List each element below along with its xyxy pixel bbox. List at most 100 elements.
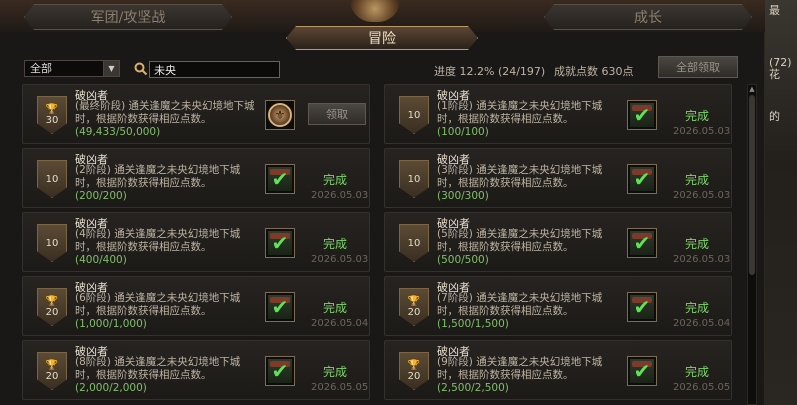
- achievement-card[interactable]: 🏆 30 破凶者 (最终阶段) 通关逢魔之未央幻境地下城时，根据阶数获得相应点数。 (4…: [22, 84, 370, 144]
- points-value: 10: [407, 237, 421, 249]
- claim-button[interactable]: 领取: [308, 103, 366, 125]
- category-dropdown-value: 全部: [30, 62, 52, 75]
- achievement-card[interactable]: 🏆 20 破凶者 (9阶段) 通关逢魔之未央幻境地下城时，根据阶数获得相应点数。 (2,…: [384, 340, 732, 400]
- achievement-description: (7阶段) 通关逢魔之未央幻境地下城时，根据阶数获得相应点数。 (1,500/1,…: [437, 292, 617, 331]
- scrollbar-thumb[interactable]: [749, 95, 755, 275]
- trophy-icon: 🏆: [45, 359, 59, 371]
- description-text: (3阶段) 通关逢魔之未央幻境地下城时，根据阶数获得相应点数。: [437, 164, 603, 189]
- achievement-description: (2阶段) 通关逢魔之未央幻境地下城时，根据阶数获得相应点数。 (200/200): [75, 164, 255, 203]
- description-text: (7阶段) 通关逢魔之未央幻境地下城时，根据阶数获得相应点数。: [437, 292, 603, 317]
- status-complete: 完成: [685, 301, 710, 315]
- points-badge: 10: [399, 96, 429, 134]
- progress-count: (200/200): [75, 190, 127, 202]
- points-value: 10: [407, 109, 421, 121]
- side-window-fragment: 最 (72) 花 的: [765, 0, 797, 405]
- status-complete: 完成: [323, 365, 348, 379]
- description-text: (2阶段) 通关逢魔之未央幻境地下城时，根据阶数获得相应点数。: [75, 164, 241, 189]
- achievement-description: (4阶段) 通关逢魔之未央幻境地下城时，根据阶数获得相应点数。 (400/400): [75, 228, 255, 267]
- status-complete: 完成: [685, 173, 710, 187]
- trophy-icon: 🏆: [45, 103, 59, 115]
- points-badge: 🏆 20: [399, 352, 429, 390]
- reward-slot[interactable]: ✔: [627, 292, 657, 322]
- reward-slot[interactable]: ⚜: [265, 100, 295, 130]
- reward-slot[interactable]: ✔: [265, 228, 295, 258]
- progress-count: (300/300): [437, 190, 489, 202]
- achievement-list: 🏆 30 破凶者 (最终阶段) 通关逢魔之未央幻境地下城时，根据阶数获得相应点数。 (4…: [22, 84, 742, 405]
- completion-date: 2026.05.05: [311, 382, 369, 393]
- achievement-card[interactable]: 🏆 20 破凶者 (8阶段) 通关逢魔之未央幻境地下城时，根据阶数获得相应点数。 (2,…: [22, 340, 370, 400]
- status-complete: 完成: [323, 173, 348, 187]
- points-badge: 10: [37, 160, 67, 198]
- achievement-card[interactable]: 10 破凶者 (4阶段) 通关逢魔之未央幻境地下城时，根据阶数获得相应点数。 (400…: [22, 212, 370, 272]
- description-text: (4阶段) 通关逢魔之未央幻境地下城时，根据阶数获得相应点数。: [75, 228, 241, 253]
- reward-slot[interactable]: ✔: [265, 356, 295, 386]
- completion-date: 2026.05.04: [311, 318, 369, 329]
- achievement-card[interactable]: 🏆 20 破凶者 (6阶段) 通关逢魔之未央幻境地下城时，根据阶数获得相应点数。 (1,…: [22, 276, 370, 336]
- achievement-description: (1阶段) 通关逢魔之未央幻境地下城时，根据阶数获得相应点数。 (100/100): [437, 100, 617, 139]
- progress-count: (500/500): [437, 254, 489, 266]
- reward-slot[interactable]: ✔: [627, 356, 657, 386]
- completion-date: 2026.05.03: [673, 254, 731, 265]
- tab-adventure[interactable]: 冒险: [286, 26, 478, 50]
- progress-label: 进度: [434, 65, 456, 78]
- reward-slot[interactable]: ✔: [265, 292, 295, 322]
- checkmark-icon: ✔: [630, 359, 654, 383]
- completion-date: 2026.05.03: [673, 190, 731, 201]
- description-text: (5阶段) 通关逢魔之未央幻境地下城时，根据阶数获得相应点数。: [437, 228, 603, 253]
- achievement-card[interactable]: 10 破凶者 (3阶段) 通关逢魔之未央幻境地下城时，根据阶数获得相应点数。 (300…: [384, 148, 732, 208]
- side-text: 的: [769, 110, 780, 123]
- description-text: (6阶段) 通关逢魔之未央幻境地下城时，根据阶数获得相应点数。: [75, 292, 241, 317]
- scrollbar[interactable]: ▲: [747, 84, 757, 405]
- points-badge: 10: [399, 224, 429, 262]
- achievement-card[interactable]: 10 破凶者 (5阶段) 通关逢魔之未央幻境地下城时，根据阶数获得相应点数。 (500…: [384, 212, 732, 272]
- side-text: 最: [769, 4, 780, 17]
- achievement-card[interactable]: 10 破凶者 (2阶段) 通关逢魔之未央幻境地下城时，根据阶数获得相应点数。 (200…: [22, 148, 370, 208]
- checkmark-icon: ✔: [630, 103, 654, 127]
- progress-count: (1,000/1,000): [75, 318, 147, 330]
- search-input[interactable]: [149, 61, 280, 78]
- progress-count: (1,500/1,500): [437, 318, 509, 330]
- status-complete: 完成: [685, 109, 710, 123]
- points-value: 20: [45, 306, 59, 318]
- completion-date: 2026.05.03: [673, 126, 731, 137]
- tab-growth[interactable]: 成长: [544, 4, 752, 30]
- trophy-icon: 🏆: [407, 295, 421, 307]
- progress-text: 进度 12.2% (24/197): [434, 63, 545, 79]
- checkmark-icon: ✔: [268, 231, 292, 255]
- achievement-description: (最终阶段) 通关逢魔之未央幻境地下城时，根据阶数获得相应点数。 (49,433/…: [75, 100, 255, 139]
- claim-all-button[interactable]: 全部领取: [658, 56, 738, 78]
- progress-count: (100/100): [437, 126, 489, 138]
- completion-date: 2026.05.03: [311, 190, 369, 201]
- trophy-icon: 🏆: [407, 359, 421, 371]
- achievement-description: (6阶段) 通关逢魔之未央幻境地下城时，根据阶数获得相应点数。 (1,000/1,…: [75, 292, 255, 331]
- progress-count: (2,500/2,500): [437, 382, 509, 394]
- checkmark-icon: ✔: [630, 167, 654, 191]
- category-dropdown[interactable]: 全部 ▼: [24, 60, 120, 77]
- points-value: 10: [407, 173, 421, 185]
- points-value: 20: [45, 370, 59, 382]
- points-badge: 10: [37, 224, 67, 262]
- chevron-down-icon[interactable]: ▼: [103, 61, 119, 76]
- achievement-description: (5阶段) 通关逢魔之未央幻境地下城时，根据阶数获得相应点数。 (500/500): [437, 228, 617, 267]
- points-value: 10: [45, 173, 59, 185]
- medal-icon: ⚜: [268, 103, 292, 127]
- tab-legion[interactable]: 军团/攻坚战: [24, 4, 232, 30]
- reward-slot[interactable]: ✔: [627, 164, 657, 194]
- status-complete: 完成: [685, 237, 710, 251]
- score-value: 630点: [601, 65, 634, 78]
- scroll-up-icon[interactable]: ▲: [748, 85, 756, 93]
- status-complete: 完成: [323, 237, 348, 251]
- reward-slot[interactable]: ✔: [627, 100, 657, 130]
- checkmark-icon: ✔: [268, 359, 292, 383]
- achievement-card[interactable]: 10 破凶者 (1阶段) 通关逢魔之未央幻境地下城时，根据阶数获得相应点数。 (100…: [384, 84, 732, 144]
- score-text: 成就点数 630点: [554, 63, 634, 79]
- points-value: 30: [45, 114, 59, 126]
- reward-slot[interactable]: ✔: [627, 228, 657, 258]
- achievement-card[interactable]: 🏆 20 破凶者 (7阶段) 通关逢魔之未央幻境地下城时，根据阶数获得相应点数。 (1,…: [384, 276, 732, 336]
- points-badge: 10: [399, 160, 429, 198]
- side-text: 花: [769, 68, 780, 81]
- reward-slot[interactable]: ✔: [265, 164, 295, 194]
- checkmark-icon: ✔: [268, 295, 292, 319]
- achievement-description: (9阶段) 通关逢魔之未央幻境地下城时，根据阶数获得相应点数。 (2,500/2,…: [437, 356, 617, 395]
- progress-count: (2,000/2,000): [75, 382, 147, 394]
